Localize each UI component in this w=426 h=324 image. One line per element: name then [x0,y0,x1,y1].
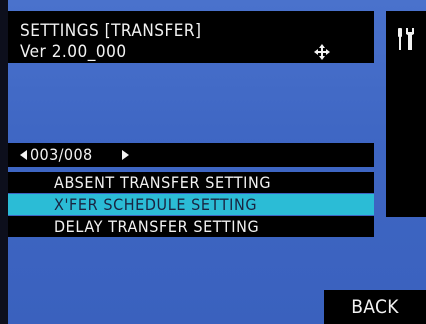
settings-menu: ABSENT TRANSFER SETTING X'FER SCHEDULE S… [8,172,374,238]
next-page-arrow-icon[interactable] [122,150,129,160]
four-way-arrow-icon [314,44,330,60]
menu-item-xfer-schedule[interactable]: X'FER SCHEDULE SETTING [8,194,374,215]
tool-side-panel[interactable] [386,11,426,217]
wrench-screwdriver-icon[interactable] [395,27,417,51]
page-title: SETTINGS [TRANSFER] [20,21,202,41]
page-indicator: 003/008 [8,143,374,167]
menu-item-absent-transfer[interactable]: ABSENT TRANSFER SETTING [8,172,374,193]
menu-item-delay-transfer[interactable]: DELAY TRANSFER SETTING [8,216,374,237]
previous-page-arrow-icon[interactable] [20,150,27,160]
version-text: Ver 2.00_000 [20,42,127,62]
screen: SETTINGS [TRANSFER] Ver 2.00_000 003/008… [8,0,426,324]
back-button[interactable]: BACK [324,290,426,324]
page-number: 003/008 [30,145,93,164]
header-panel: SETTINGS [TRANSFER] Ver 2.00_000 [8,11,374,63]
